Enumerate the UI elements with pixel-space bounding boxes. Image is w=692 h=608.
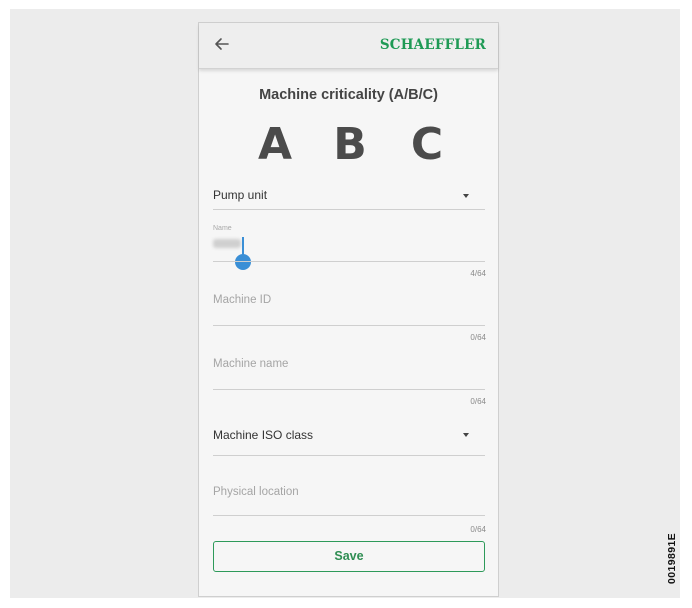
pump-unit-dropdown[interactable]: Pump unit — [213, 183, 485, 210]
machine-id-counter: 0/64 — [470, 333, 486, 342]
name-field[interactable]: Name 4/64 — [213, 223, 486, 281]
cursor-handle[interactable] — [235, 254, 251, 270]
pump-unit-label: Pump unit — [213, 188, 268, 202]
phone-screen: SCHAEFFLER Machine criticality (A/B/C) A… — [198, 22, 499, 597]
physical-location-counter: 0/64 — [470, 525, 486, 534]
name-field-label: Name — [213, 225, 232, 232]
physical-location-underline — [213, 515, 485, 516]
app-bar: SCHAEFFLER — [199, 23, 498, 69]
machine-id-field[interactable]: Machine ID 0/64 — [213, 287, 486, 345]
name-field-value — [213, 239, 241, 248]
figure-code: 0019891E — [666, 532, 678, 584]
machine-name-placeholder: Machine name — [213, 358, 289, 370]
machine-name-field[interactable]: Machine name 0/64 — [213, 351, 486, 409]
name-field-counter: 4/64 — [470, 269, 486, 278]
physical-location-field[interactable]: Physical location 0/64 — [213, 479, 486, 537]
machine-name-counter: 0/64 — [470, 397, 486, 406]
machine-name-underline — [213, 389, 485, 390]
arrow-left-icon[interactable] — [212, 34, 232, 54]
dropdown-arrow-icon — [463, 433, 469, 437]
physical-location-placeholder: Physical location — [213, 486, 299, 498]
criticality-option-c[interactable]: C — [402, 119, 452, 170]
brand-logo: SCHAEFFLER — [379, 37, 486, 53]
save-button[interactable]: Save — [213, 541, 485, 572]
iso-class-label: Machine ISO class — [213, 428, 314, 442]
criticality-option-a[interactable]: A — [250, 119, 300, 170]
iso-class-dropdown[interactable]: Machine ISO class — [213, 422, 485, 456]
machine-id-placeholder: Machine ID — [213, 294, 272, 306]
criticality-option-b[interactable]: B — [325, 119, 375, 170]
machine-id-underline — [213, 325, 485, 326]
name-field-underline — [213, 261, 485, 262]
dropdown-arrow-icon — [463, 194, 469, 198]
criticality-selector: A B C — [199, 119, 498, 175]
criticality-title: Machine criticality (A/B/C) — [259, 87, 438, 103]
